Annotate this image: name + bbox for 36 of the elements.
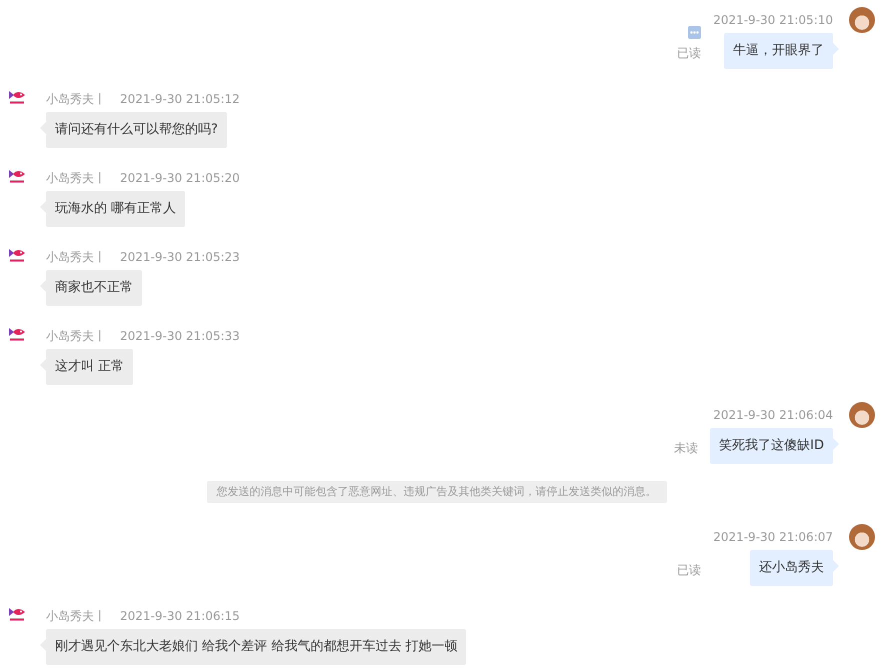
avatar[interactable]	[849, 7, 875, 33]
sender-name: 小岛秀夫丨	[46, 91, 106, 108]
message-time: 2021-9-30 21:06:04	[713, 407, 833, 424]
message-bubble: 请问还有什么可以帮您的吗?	[46, 112, 227, 148]
bubble-tail-icon	[833, 43, 839, 55]
message-time: 2021-9-30 21:05:23	[120, 249, 240, 266]
message-bubble: 刚才遇见个东北大老娘们 给我个差评 给我气的都想开车过去 打她一顿	[46, 629, 466, 665]
message-bubble: 还小岛秀夫	[750, 550, 833, 586]
bubble-tail-icon	[833, 560, 839, 572]
avatar[interactable]	[849, 402, 875, 428]
message-bubble: 商家也不正常	[46, 270, 142, 306]
sender-name: 小岛秀夫丨	[46, 608, 106, 625]
fish-logo-icon[interactable]	[8, 246, 26, 262]
message-time: 2021-9-30 21:06:15	[120, 608, 240, 625]
sender-name: 小岛秀夫丨	[46, 249, 106, 266]
sender-name: 小岛秀夫丨	[46, 170, 106, 187]
message-bubble: 这才叫 正常	[46, 349, 134, 385]
fish-logo-icon[interactable]	[8, 605, 26, 621]
fish-logo-icon[interactable]	[8, 88, 26, 104]
message-time: 2021-9-30 21:05:20	[120, 170, 240, 187]
message-time: 2021-9-30 21:05:10	[713, 12, 833, 29]
read-status: 已读	[677, 45, 702, 62]
read-status: 未读	[674, 440, 698, 457]
message-bubble: 玩海水的 哪有正常人	[46, 191, 186, 227]
fish-logo-icon[interactable]	[8, 325, 26, 341]
avatar[interactable]	[849, 524, 875, 550]
message-bubble: 牛逼，开眼界了	[724, 33, 833, 69]
message-time: 2021-9-30 21:05:33	[120, 328, 240, 345]
message-bubble: 笑死我了这傻缺ID	[710, 428, 833, 464]
bubble-tail-icon	[833, 438, 839, 450]
fish-logo-icon[interactable]	[8, 167, 26, 183]
system-notice: 您发送的消息中可能包含了恶意网址、违规广告及其他类关键词，请停止发送类似的消息。	[206, 481, 666, 503]
sender-name: 小岛秀夫丨	[46, 328, 106, 345]
read-status: 已读	[677, 562, 702, 579]
message-time: 2021-9-30 21:06:07	[713, 529, 833, 546]
message-time: 2021-9-30 21:05:12	[120, 91, 240, 108]
